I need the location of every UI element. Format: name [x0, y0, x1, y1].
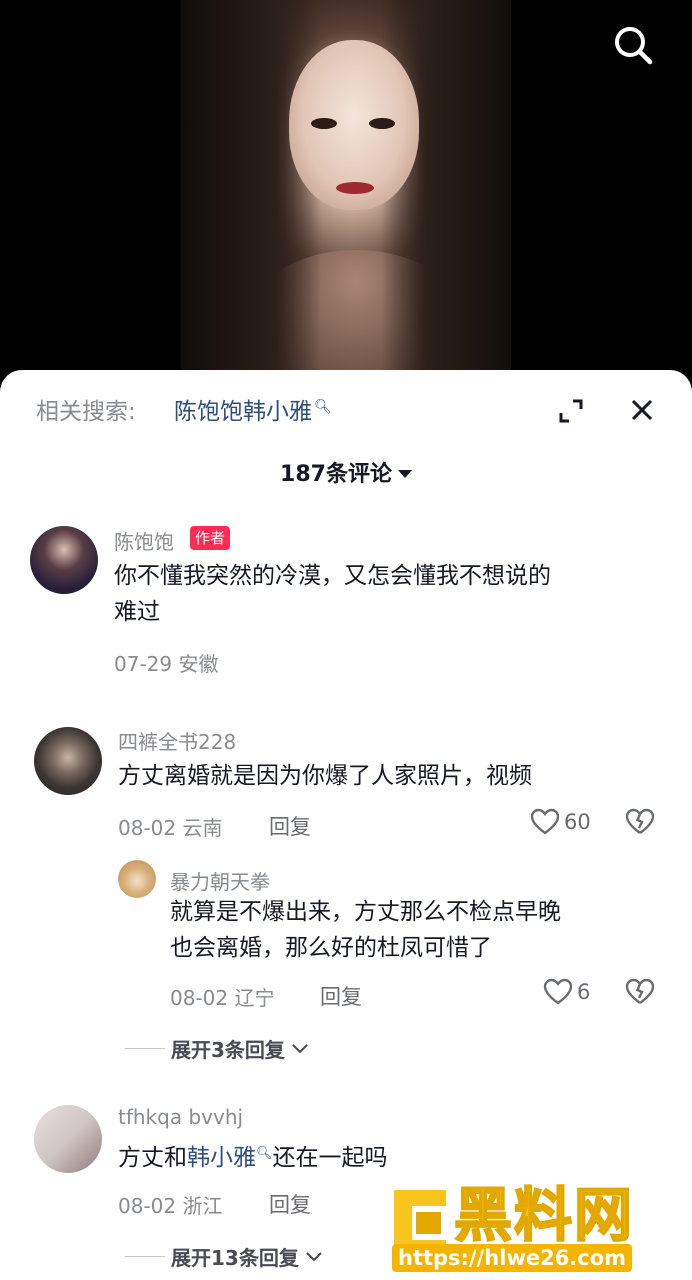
like-button[interactable]: 6	[543, 978, 590, 1006]
reply-text: 就算是不爆出来，方丈那么不检点早晚 也会离婚，那么好的杜凤可惜了	[170, 894, 561, 966]
like-button[interactable]: 60	[530, 808, 591, 836]
chevron-down-icon	[292, 1043, 308, 1053]
related-search-term-text: 陈饱饱韩小雅	[174, 399, 312, 425]
related-search-label: 相关搜索:	[36, 399, 136, 425]
comment-text: 方丈离婚就是因为你爆了人家照片，视频	[118, 763, 532, 789]
expand-replies-button[interactable]: 展开3条回复	[125, 1034, 309, 1063]
comment-username[interactable]: 四裤全书228	[118, 726, 236, 755]
avatar[interactable]	[118, 860, 156, 898]
comment-link-text: 韩小雅	[187, 1145, 256, 1171]
reply-button[interactable]: 回复	[269, 1189, 311, 1219]
comment-text-line: 你不懂我突然的冷漠，又怎会懂我不想说的	[114, 563, 551, 589]
watermark-title: 黑料网	[453, 1180, 635, 1250]
comment-username[interactable]: tfhkqa bvvhj	[118, 1105, 243, 1129]
avatar[interactable]	[30, 526, 98, 594]
video-player[interactable]	[0, 0, 692, 380]
search-icon[interactable]	[612, 24, 654, 66]
avatar[interactable]	[34, 1105, 102, 1173]
reply-username[interactable]: 暴力朝天拳	[170, 866, 270, 895]
reply-button[interactable]: 回复	[320, 981, 362, 1011]
comment-meta: 07-29 安徽	[114, 652, 219, 676]
comment-text-part: 还在一起吗	[272, 1145, 388, 1171]
comment-meta: 08-02 云南	[118, 816, 223, 840]
comment-meta: 08-02 浙江	[118, 1194, 223, 1218]
comment-text: 方丈和韩小雅🔍︎还在一起吗	[118, 1136, 388, 1176]
magnifier-icon: 🔍︎	[256, 1146, 273, 1161]
comment-count: 187条评论	[280, 462, 392, 487]
reply-text-line: 也会离婚，那么好的杜凤可惜了	[170, 935, 492, 961]
comment-text-line: 难过	[114, 599, 160, 625]
expand-replies-label: 展开13条回复	[171, 1246, 299, 1270]
portrait-hair-right	[381, 0, 511, 380]
caret-down-icon	[397, 470, 412, 478]
reply-text-line: 就算是不爆出来，方丈那么不检点早晚	[170, 899, 561, 925]
heart-icon	[543, 978, 573, 1005]
magnifier-icon: 🔍︎	[314, 399, 332, 415]
portrait-lips	[336, 182, 374, 194]
divider	[125, 1256, 165, 1257]
comments-sheet: 相关搜索: 陈饱饱韩小雅 🔍︎ 187条评论 陈饱饱 作者 你不懂我突然的冷漠，又…	[0, 370, 692, 1280]
comment-text-part: 方丈和	[118, 1145, 187, 1171]
portrait-face	[289, 40, 419, 210]
reply-button[interactable]: 回复	[269, 811, 311, 841]
comment-username[interactable]: 陈饱饱	[114, 526, 174, 555]
author-badge: 作者	[190, 526, 231, 550]
like-count: 6	[577, 980, 591, 1004]
portrait-hair-left	[181, 0, 321, 380]
related-search-term[interactable]: 陈饱饱韩小雅 🔍︎	[174, 392, 332, 426]
portrait-eye-right	[369, 118, 395, 129]
close-icon[interactable]	[629, 397, 655, 423]
expand-icon[interactable]	[558, 398, 584, 424]
like-count: 60	[564, 810, 591, 834]
expand-replies-label: 展开3条回复	[171, 1038, 285, 1062]
avatar[interactable]	[34, 727, 102, 795]
video-frame-image	[181, 0, 511, 380]
divider	[125, 1048, 165, 1049]
comment-search-link[interactable]: 韩小雅🔍︎	[187, 1145, 273, 1171]
reply-meta: 08-02 辽宁	[170, 986, 275, 1010]
broken-heart-icon[interactable]	[625, 978, 655, 1006]
portrait-eye-left	[311, 118, 337, 129]
watermark-url: https://hlwe26.com	[392, 1244, 633, 1272]
broken-heart-icon[interactable]	[625, 808, 655, 836]
comment-text: 你不懂我突然的冷漠，又怎会懂我不想说的 难过	[114, 558, 551, 630]
comment-count-toggle[interactable]: 187条评论	[0, 456, 692, 488]
heart-icon	[530, 808, 560, 835]
chevron-down-icon	[306, 1251, 322, 1261]
expand-replies-button[interactable]: 展开13条回复	[125, 1242, 323, 1271]
